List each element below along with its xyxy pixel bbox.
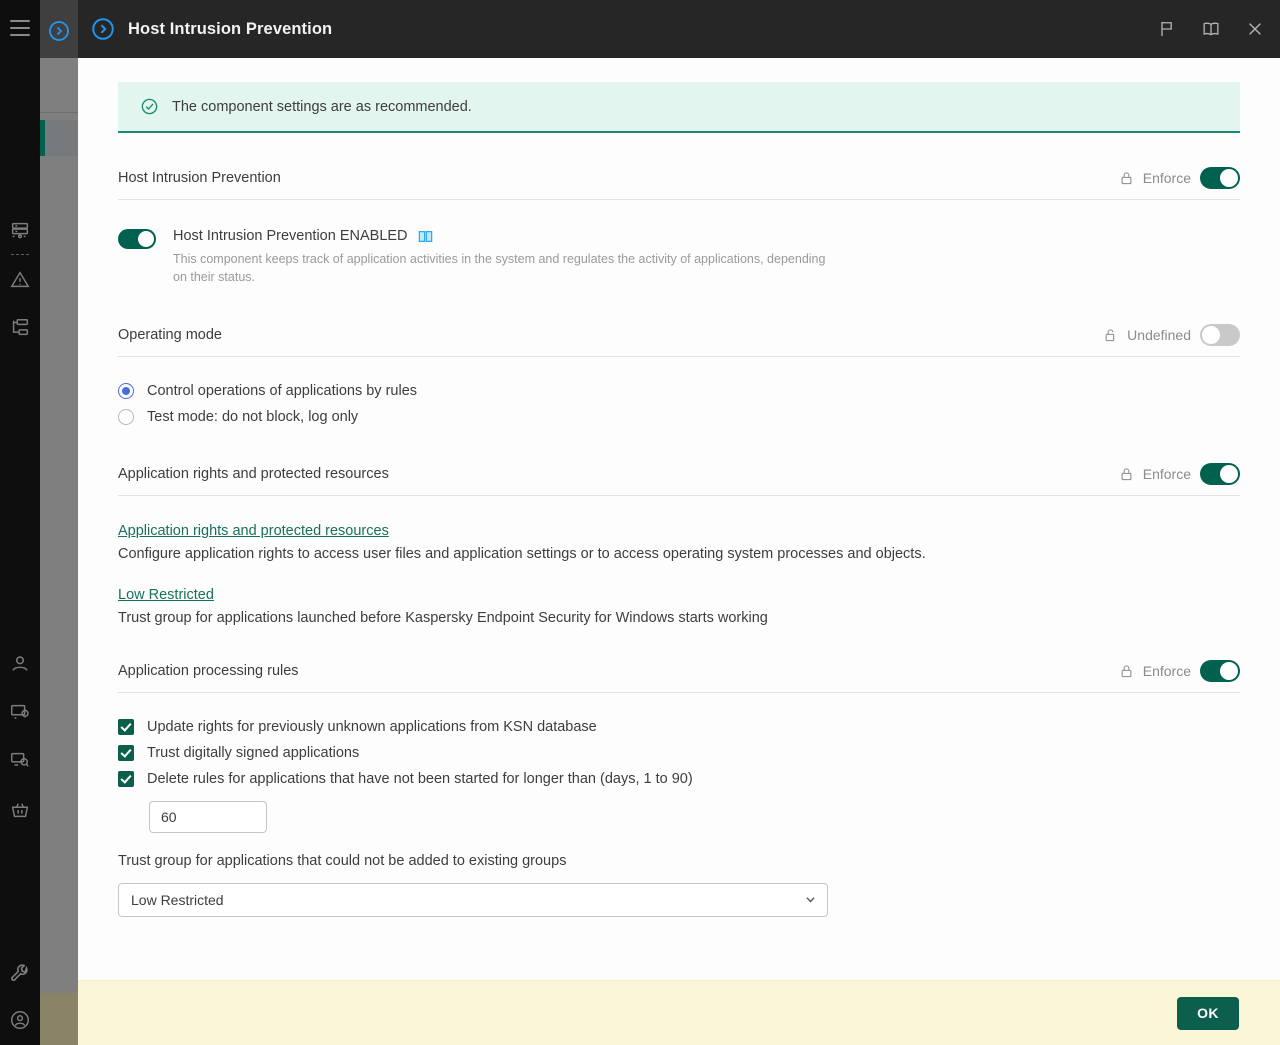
checkbox-label: Update rights for previously unknown app… [147, 719, 597, 735]
hips-enable-label: Host Intrusion Prevention ENABLED [173, 228, 408, 244]
close-icon[interactable] [1244, 18, 1266, 40]
ok-button[interactable]: OK [1177, 997, 1239, 1030]
titlebar-actions [1156, 18, 1266, 40]
checkbox-trust-signed-apps[interactable]: Trust digitally signed applications [118, 745, 1240, 761]
arrow-circle-right-icon [47, 19, 71, 43]
section-header-operating-mode: Operating mode Undefined [118, 324, 1240, 357]
status-banner-text: The component settings are as recommende… [172, 99, 472, 115]
section-header-app-rights: Application rights and protected resourc… [118, 463, 1240, 496]
account-circle-icon[interactable] [8, 1008, 32, 1032]
radio-control-by-rules[interactable]: Control operations of applications by ru… [118, 383, 1240, 399]
background-footer-strip [40, 993, 78, 1045]
app-rail [0, 0, 40, 1045]
days-input-wrap [118, 801, 1240, 833]
page-title: Host Intrusion Prevention [128, 20, 1156, 39]
section-title-operating-mode: Operating mode [118, 327, 222, 343]
monitor-search-icon[interactable] [8, 748, 32, 772]
section-title-hips: Host Intrusion Prevention [118, 170, 281, 186]
server-icon[interactable] [8, 218, 32, 242]
host-intrusion-prevention-dialog: Host Intrusion Prevention [78, 0, 1280, 1045]
delete-rules-days-input[interactable] [149, 801, 267, 833]
background-selection-accent [40, 120, 45, 156]
low-restricted-link[interactable]: Low Restricted [118, 587, 214, 603]
user-icon[interactable] [8, 652, 32, 676]
flag-icon[interactable] [1156, 18, 1178, 40]
background-page-strip [40, 0, 78, 1045]
hierarchy-tree-icon[interactable] [8, 316, 32, 340]
app-rights-description: Configure application rights to access u… [118, 546, 1240, 562]
section-title-app-rights: Application rights and protected resourc… [118, 466, 389, 482]
enforce-toggle-app-rights[interactable] [1200, 463, 1240, 485]
book-icon[interactable] [417, 229, 434, 244]
trust-group-select[interactable]: Low Restricted [118, 883, 828, 917]
background-divider [40, 112, 78, 113]
enforce-toggle-operating-mode[interactable] [1200, 324, 1240, 346]
arrow-circle-right-icon [90, 16, 116, 42]
section-enforce-processing-rules: Enforce [1119, 660, 1240, 682]
radio-indicator [118, 409, 134, 425]
section-enforce-app-rights: Enforce [1119, 463, 1240, 485]
trust-group-select-value: Low Restricted [131, 892, 224, 908]
checkbox-label: Trust digitally signed applications [147, 745, 359, 761]
monitor-settings-icon[interactable] [8, 700, 32, 724]
section-enforce-hips: Enforce [1119, 167, 1240, 189]
hips-enable-title-wrap: Host Intrusion Prevention ENABLED [173, 228, 1240, 244]
checkbox-delete-stale-rules[interactable]: Delete rules for applications that have … [118, 771, 1240, 787]
radio-label: Test mode: do not block, log only [147, 409, 358, 425]
section-header-hips: Host Intrusion Prevention Enforce [118, 167, 1240, 200]
hips-enable-toggle[interactable] [118, 229, 156, 249]
background-selected-row [45, 120, 78, 156]
basket-icon[interactable] [8, 798, 32, 822]
book-icon[interactable] [1200, 18, 1222, 40]
lock-closed-icon [1119, 663, 1134, 679]
dialog-titlebar: Host Intrusion Prevention [78, 0, 1280, 58]
warning-triangle-icon[interactable] [8, 268, 32, 292]
trust-group-select-wrap: Low Restricted [118, 883, 828, 917]
wrench-icon[interactable] [8, 962, 32, 986]
radio-label: Control operations of applications by ru… [147, 383, 417, 399]
checkbox-indicator [118, 771, 134, 787]
lock-closed-icon [1119, 170, 1134, 186]
check-circle-icon [140, 97, 159, 116]
section-header-processing-rules: Application processing rules Enforce [118, 660, 1240, 693]
hips-enable-description: This component keeps track of applicatio… [173, 250, 833, 286]
enforce-toggle-processing-rules[interactable] [1200, 660, 1240, 682]
enforce-label-operating-mode: Undefined [1127, 327, 1191, 343]
radio-test-mode[interactable]: Test mode: do not block, log only [118, 409, 1240, 425]
checkbox-indicator [118, 745, 134, 761]
low-restricted-description: Trust group for applications launched be… [118, 610, 1240, 626]
enforce-label-processing-rules: Enforce [1143, 663, 1191, 679]
lock-closed-icon [1119, 466, 1134, 482]
status-banner: The component settings are as recommende… [118, 82, 1240, 133]
application-window: Host Intrusion Prevention [0, 0, 1280, 1045]
trust-group-link-block: Low Restricted Trust group for applicati… [118, 586, 1240, 626]
lock-open-icon [1103, 327, 1118, 343]
radio-indicator [118, 383, 134, 399]
enforce-toggle-hips[interactable] [1200, 167, 1240, 189]
checkbox-indicator [118, 719, 134, 735]
hips-enable-row: Host Intrusion Prevention ENABLED This c… [118, 228, 1240, 286]
trust-group-select-label: Trust group for applications that could … [118, 853, 1240, 869]
enforce-label-hips: Enforce [1143, 170, 1191, 186]
dialog-footer: OK [78, 980, 1280, 1045]
hamburger-menu-icon[interactable] [10, 20, 30, 36]
dialog-content: The component settings are as recommende… [78, 58, 1280, 980]
section-title-processing-rules: Application processing rules [118, 663, 299, 679]
enforce-label-app-rights: Enforce [1143, 466, 1191, 482]
section-enforce-operating-mode: Undefined [1103, 324, 1240, 346]
app-rights-link[interactable]: Application rights and protected resourc… [118, 523, 389, 539]
checkbox-label: Delete rules for applications that have … [147, 771, 693, 787]
checkbox-update-rights-ksn[interactable]: Update rights for previously unknown app… [118, 719, 1240, 735]
app-rights-link-block: Application rights and protected resourc… [118, 522, 1240, 562]
rail-divider [11, 254, 29, 255]
